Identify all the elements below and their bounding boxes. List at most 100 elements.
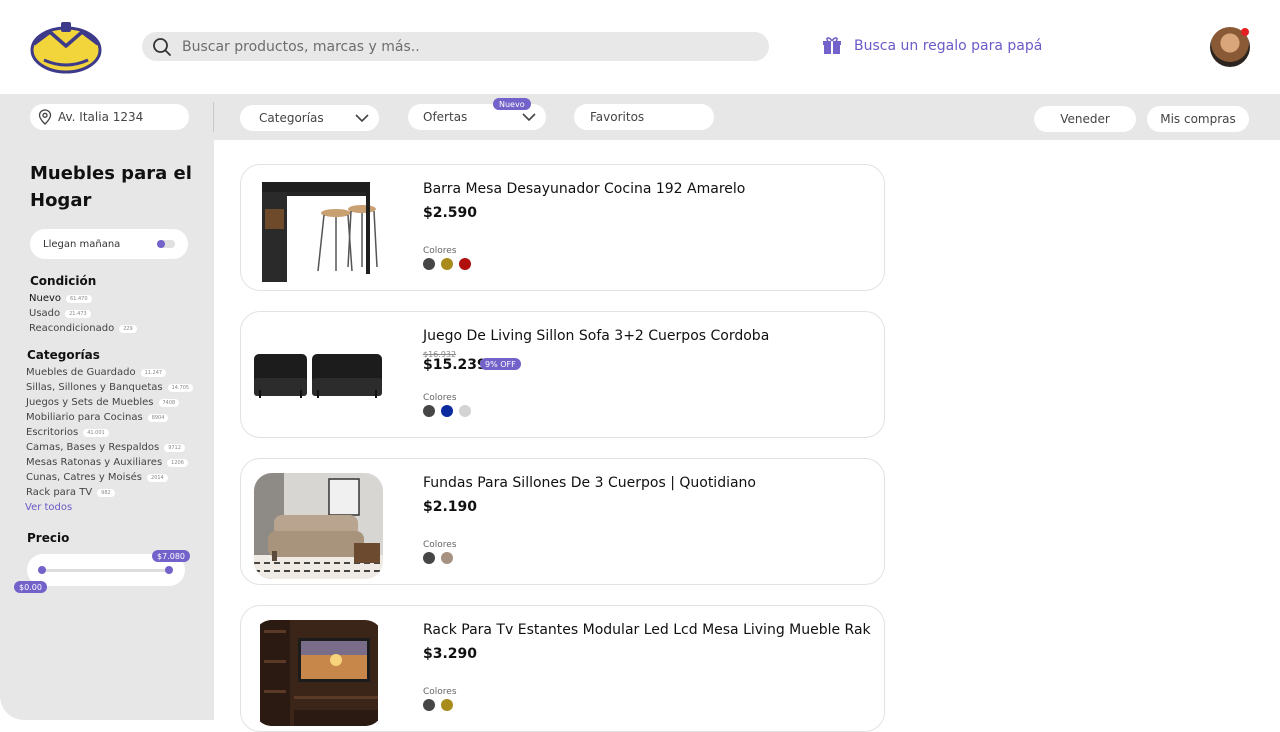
search-icon[interactable] <box>152 37 172 57</box>
color-swatch[interactable] <box>441 405 453 417</box>
color-swatch[interactable] <box>423 258 435 270</box>
category-item[interactable]: Rack para TV 982 <box>26 485 193 500</box>
categories-heading: Categorías <box>27 348 100 362</box>
color-swatch[interactable] <box>423 699 435 711</box>
product-card[interactable]: Fundas Para Sillones De 3 Cuerpos | Quot… <box>240 458 885 585</box>
notification-dot <box>1241 28 1249 36</box>
gift-icon <box>823 37 841 54</box>
favorites-label: Favoritos <box>590 110 645 124</box>
category-item[interactable]: Mesas Ratonas y Auxiliares 1206 <box>26 455 193 470</box>
color-swatch[interactable] <box>423 552 435 564</box>
product-image[interactable] <box>254 326 383 432</box>
location-pin-icon <box>38 109 52 125</box>
filter-sidebar: Muebles para el Hogar Llegan mañana Cond… <box>0 140 214 720</box>
see-all-categories-link[interactable]: Ver todos <box>25 502 72 513</box>
filter-bar: Av. Italia 1234 Categorías Ofertas Nuevo… <box>0 94 1280 140</box>
condition-item[interactable]: Usado 21.473 <box>29 306 137 321</box>
arrives-tomorrow-toggle[interactable] <box>157 240 175 248</box>
top-header: Busca un regalo para papá <box>0 0 1280 94</box>
category-count: 41.001 <box>83 428 109 437</box>
category-count: 8904 <box>147 413 169 422</box>
product-image[interactable] <box>254 179 383 285</box>
product-price: $15.239 <box>423 357 487 373</box>
color-swatch[interactable] <box>459 405 471 417</box>
category-label: Mesas Ratonas y Auxiliares <box>26 457 163 468</box>
favorites-button[interactable]: Favoritos <box>574 104 714 130</box>
discount-badge: 9% OFF <box>480 358 521 370</box>
product-image[interactable] <box>254 620 383 726</box>
product-price: $2.190 <box>423 499 478 515</box>
arrives-tomorrow-filter[interactable]: Llegan mañana <box>30 229 188 259</box>
color-swatch[interactable] <box>441 258 453 270</box>
condition-item[interactable]: Nuevo 61.470 <box>29 291 137 306</box>
sell-button[interactable]: Veneder <box>1034 106 1136 132</box>
colors-label: Colores <box>423 246 457 256</box>
address-selector[interactable]: Av. Italia 1234 <box>30 104 189 130</box>
product-card[interactable]: Rack Para Tv Estantes Modular Led Lcd Me… <box>240 605 885 732</box>
my-purchases-label: Mis compras <box>1160 112 1236 126</box>
product-image[interactable] <box>254 473 383 579</box>
user-avatar[interactable] <box>1210 27 1250 67</box>
category-list: Muebles de Guardado 11.247 Sillas, Sillon… <box>26 365 194 500</box>
category-item[interactable]: Cunas, Catres y Moisés 2014 <box>26 470 193 485</box>
product-card[interactable]: Juego De Living Sillon Sofa 3+2 Cuerpos … <box>240 311 885 438</box>
category-count: 11.247 <box>140 368 167 377</box>
categories-dropdown[interactable]: Categorías <box>240 105 379 131</box>
chevron-down-icon <box>522 113 536 121</box>
my-purchases-button[interactable]: Mis compras <box>1147 106 1249 132</box>
color-swatches <box>423 258 471 270</box>
search-bar[interactable] <box>142 32 769 61</box>
category-item[interactable]: Juegos y Sets de Muebles 7408 <box>26 395 193 410</box>
search-input[interactable] <box>182 38 742 55</box>
new-badge: Nuevo <box>493 98 531 110</box>
colors-label: Colores <box>423 393 457 403</box>
gift-promo-link[interactable]: Busca un regalo para papá <box>822 36 1042 56</box>
promo-text: Busca un regalo para papá <box>854 38 1043 54</box>
product-title[interactable]: Barra Mesa Desayunador Cocina 192 Amarel… <box>423 181 745 197</box>
color-swatches <box>423 552 453 564</box>
category-label: Sillas, Sillones y Banquetas <box>26 382 163 393</box>
chevron-down-icon <box>355 114 369 122</box>
condition-count: 229 <box>119 324 137 333</box>
category-label: Muebles de Guardado <box>26 367 136 378</box>
product-card[interactable]: Barra Mesa Desayunador Cocina 192 Amarel… <box>240 164 885 291</box>
category-count: 14.705 <box>167 383 194 392</box>
price-min-tag: $0.00 <box>14 581 47 593</box>
product-title[interactable]: Rack Para Tv Estantes Modular Led Lcd Me… <box>423 622 871 638</box>
condition-label: Reacondicionado <box>29 323 115 334</box>
category-item[interactable]: Muebles de Guardado 11.247 <box>26 365 193 380</box>
condition-list: Nuevo 61.470 Usado 21.473 Reacondicionado 2… <box>29 291 137 336</box>
category-label: Camas, Bases y Respaldos <box>26 442 160 453</box>
category-count: 1206 <box>167 458 188 467</box>
category-count: 7408 <box>158 398 180 407</box>
price-heading: Precio <box>27 531 70 545</box>
category-label: Juegos y Sets de Muebles <box>26 397 154 408</box>
price-track <box>38 566 173 574</box>
category-label: Rack para TV <box>26 487 93 498</box>
address-text: Av. Italia 1234 <box>58 110 144 124</box>
brand-logo[interactable] <box>30 20 102 74</box>
categories-label: Categorías <box>259 111 324 125</box>
price-max-handle[interactable] <box>165 566 173 574</box>
colors-label: Colores <box>423 687 457 697</box>
category-label: Cunas, Catres y Moisés <box>26 472 143 483</box>
product-title[interactable]: Juego De Living Sillon Sofa 3+2 Cuerpos … <box>423 328 769 344</box>
color-swatch[interactable] <box>423 405 435 417</box>
colors-label: Colores <box>423 540 457 550</box>
category-item[interactable]: Camas, Bases y Respaldos 9712 <box>26 440 193 455</box>
product-title[interactable]: Fundas Para Sillones De 3 Cuerpos | Quot… <box>423 475 756 491</box>
color-swatch[interactable] <box>459 258 471 270</box>
category-item[interactable]: Escritorios 41.001 <box>26 425 193 440</box>
condition-count: 61.470 <box>66 294 92 303</box>
category-item[interactable]: Sillas, Sillones y Banquetas 14.705 <box>26 380 194 395</box>
category-label: Escritorios <box>26 427 79 438</box>
color-swatch[interactable] <box>441 699 453 711</box>
category-label: Mobiliario para Cocinas <box>26 412 143 423</box>
price-min-handle[interactable] <box>38 566 46 574</box>
condition-label: Nuevo <box>29 293 62 304</box>
category-item[interactable]: Mobiliario para Cocinas 8904 <box>26 410 193 425</box>
color-swatch[interactable] <box>441 552 453 564</box>
offers-label: Ofertas <box>423 110 468 124</box>
filter-divider <box>213 102 214 132</box>
condition-item[interactable]: Reacondicionado 229 <box>29 321 137 336</box>
